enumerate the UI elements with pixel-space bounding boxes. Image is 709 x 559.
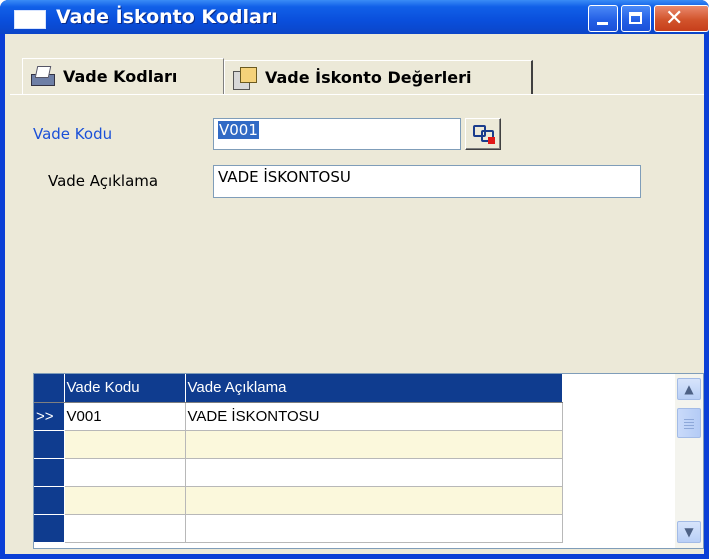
column-header-vade-kodu[interactable]: Vade Kodu [64, 374, 186, 403]
cell-vade-aciklama[interactable] [185, 430, 563, 459]
close-icon: ✕ [665, 6, 684, 31]
minimize-icon [597, 22, 608, 25]
table-row[interactable] [34, 458, 563, 487]
vade-aciklama-field[interactable]: VADE İSKONTOSU [213, 165, 641, 198]
vade-kodu-value: V001 [218, 121, 259, 139]
vade-kodu-label: Vade Kodu [33, 125, 113, 143]
grid-table: Vade Kodu Vade Açıklama >> V001 VADE İSK… [34, 374, 563, 543]
row-indicator [34, 514, 65, 543]
chevron-down-icon: ▼ [684, 525, 694, 539]
table-row[interactable]: >> V001 VADE İSKONTOSU [34, 402, 563, 431]
tab-divider [10, 94, 704, 95]
cell-vade-aciklama[interactable] [185, 514, 563, 543]
grid-header-row: Vade Kodu Vade Açıklama [34, 374, 563, 403]
scroll-thumb[interactable] [677, 408, 701, 438]
row-indicator [34, 430, 65, 459]
vade-aciklama-label: Vade Açıklama [48, 172, 159, 190]
cell-vade-kodu[interactable] [64, 430, 186, 459]
window: Vade İskonto Kodları ✕ Vade Kodları Vade… [0, 0, 709, 559]
minimize-button[interactable] [588, 5, 618, 32]
vade-aciklama-value: VADE İSKONTOSU [218, 168, 351, 186]
cell-vade-aciklama[interactable] [185, 486, 563, 515]
tab-label: Vade Kodları [63, 67, 178, 86]
table-row[interactable] [34, 486, 563, 515]
cell-vade-kodu[interactable]: V001 [64, 402, 186, 431]
window-title: Vade İskonto Kodları [56, 6, 278, 28]
tab-vade-iskonto-degerleri[interactable]: Vade İskonto Değerleri [224, 60, 533, 94]
row-indicator [34, 458, 65, 487]
vade-kodu-field[interactable]: V001 [213, 118, 461, 150]
chevron-up-icon: ▲ [684, 382, 694, 396]
close-button[interactable]: ✕ [654, 5, 709, 32]
client-area: Vade Kodları Vade İskonto Değerleri Vade… [5, 34, 704, 554]
tab-vade-kodlari[interactable]: Vade Kodları [22, 58, 224, 94]
row-indicator [34, 486, 65, 515]
table-row[interactable] [34, 514, 563, 543]
maximize-icon [629, 12, 642, 24]
cell-vade-kodu[interactable] [64, 458, 186, 487]
title-bar[interactable]: Vade İskonto Kodları ✕ [0, 0, 709, 34]
tab-label: Vade İskonto Değerleri [265, 68, 472, 87]
cell-vade-kodu[interactable] [64, 514, 186, 543]
grid-corner [34, 374, 65, 403]
table-row[interactable] [34, 430, 563, 459]
window-icon [14, 10, 46, 29]
data-grid[interactable]: Vade Kodu Vade Açıklama >> V001 VADE İSK… [33, 373, 704, 549]
cell-vade-aciklama[interactable] [185, 458, 563, 487]
maximize-button[interactable] [621, 5, 651, 32]
cell-vade-kodu[interactable] [64, 486, 186, 515]
vertical-scrollbar[interactable]: ▲ ▼ [675, 374, 703, 548]
scroll-down-button[interactable]: ▼ [677, 521, 701, 543]
row-indicator: >> [34, 402, 65, 431]
column-header-vade-aciklama[interactable]: Vade Açıklama [185, 374, 563, 403]
printer-icon [31, 65, 55, 88]
scroll-up-button[interactable]: ▲ [677, 378, 701, 400]
notes-icon [233, 66, 257, 90]
lookup-button[interactable] [465, 118, 501, 150]
cell-vade-aciklama[interactable]: VADE İSKONTOSU [185, 402, 563, 431]
